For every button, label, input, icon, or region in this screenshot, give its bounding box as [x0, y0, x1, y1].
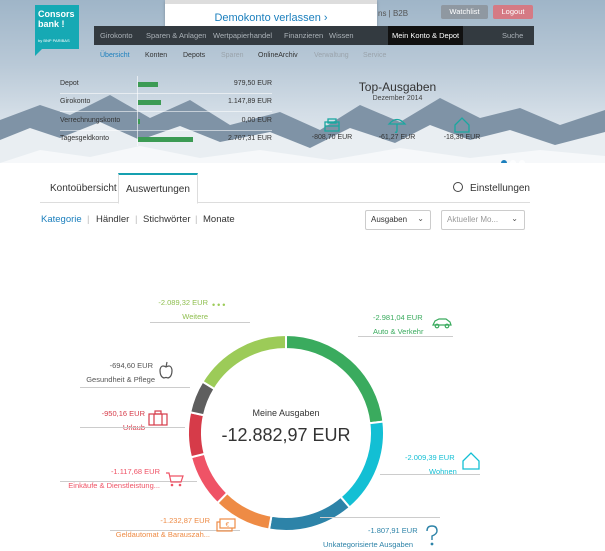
- house-icon: [462, 452, 480, 470]
- donut-slice-6[interactable]: [187, 411, 206, 459]
- slice-label-einkaeufe[interactable]: -1.117,68 EUR Einkäufe & Dienstleistung..…: [50, 467, 160, 490]
- slice-label-gesundheit[interactable]: -694,60 EUR Gesundheit & Pflege: [55, 361, 155, 384]
- slice-label-wohnen[interactable]: -2.009,39 EUR Wohnen: [405, 453, 457, 476]
- chart-total: -12.882,97 EUR: [221, 425, 351, 445]
- money-icon: €: [216, 518, 236, 532]
- slice-label-urlaub[interactable]: -950,16 EURUrlaub: [50, 409, 145, 432]
- slice-label-geldautomat[interactable]: -1.232,87 EUR Geldautomat & Barauszah...: [100, 516, 210, 539]
- apple-icon: [159, 361, 173, 379]
- donut-slice-8[interactable]: [201, 333, 287, 391]
- svg-text:€: €: [226, 522, 230, 529]
- slice-label-weitere[interactable]: -2.089,32 EUR Weitere: [110, 298, 208, 321]
- slice-label-unkategorisiert[interactable]: -1.807,91 EUR Unkategorisierte Ausgaben: [323, 526, 418, 549]
- more-dots-icon: •••: [212, 300, 228, 310]
- slice-label-auto-verkehr[interactable]: -2.981,04 EUR Auto & Verkehr: [373, 313, 423, 336]
- question-icon: [426, 525, 438, 546]
- suitcase-icon: [148, 410, 168, 426]
- car-icon: [432, 318, 452, 329]
- shopping-cart-icon: [166, 472, 184, 487]
- donut-slice-5[interactable]: [189, 452, 229, 505]
- chart-title: Meine Ausgaben: [252, 408, 320, 418]
